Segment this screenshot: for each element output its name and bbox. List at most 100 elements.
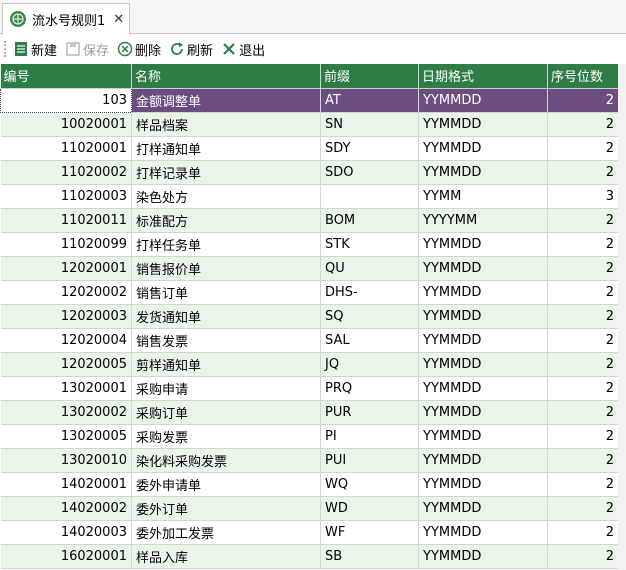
cell-seq-digits[interactable]: 2 [547,208,619,233]
cell-name[interactable]: 样品档案 [131,112,321,137]
cell-name[interactable]: 染化料采购发票 [131,448,321,473]
cell-seq-digits[interactable]: 2 [547,520,619,545]
cell-code[interactable]: 14020003 [0,520,132,545]
cell-name[interactable]: 打样通知单 [131,136,321,161]
table-row[interactable]: 12020003 发货通知单 SQ YYMMDD 2 [0,304,619,329]
cell-date-format[interactable]: YYMMDD [418,352,548,377]
cell-date-format[interactable]: YYMMDD [418,328,548,353]
cell-date-format[interactable]: YYMMDD [418,232,548,257]
cell-date-format[interactable]: YYMMDD [418,400,548,425]
cell-code[interactable]: 11020011 [0,208,132,233]
cell-prefix[interactable]: STK [320,232,419,257]
cell-code[interactable]: 12020004 [0,328,132,353]
cell-code[interactable]: 13020001 [0,376,132,401]
cell-date-format[interactable]: YYMMDD [418,304,548,329]
cell-seq-digits[interactable]: 2 [547,448,619,473]
table-row[interactable]: 14020002 委外订单 WD YYMMDD 2 [0,496,619,521]
cell-prefix[interactable]: SB [320,544,419,569]
cell-code[interactable]: 16020001 [0,544,132,569]
cell-prefix[interactable]: AT [320,88,419,113]
table-row[interactable]: 11020099 打样任务单 STK YYMMDD 2 [0,232,619,257]
cell-code[interactable]: 12020001 [0,256,132,281]
column-header-date-format[interactable]: 日期格式 [418,64,548,89]
cell-code[interactable]: 12020003 [0,304,132,329]
cell-seq-digits[interactable]: 2 [547,280,619,305]
cell-prefix[interactable]: SDY [320,136,419,161]
cell-code[interactable]: 12020002 [0,280,132,305]
cell-prefix[interactable]: PI [320,424,419,449]
cell-name[interactable]: 采购订单 [131,400,321,425]
cell-seq-digits[interactable]: 2 [547,256,619,281]
cell-name[interactable]: 发货通知单 [131,304,321,329]
cell-name[interactable]: 委外申请单 [131,472,321,497]
cell-date-format[interactable]: YYMMDD [418,448,548,473]
delete-button[interactable]: 删除 [117,40,161,59]
table-row[interactable]: 11020011 标准配方 BOM YYYYMM 2 [0,208,619,233]
exit-button[interactable]: 退出 [221,40,265,59]
cell-prefix[interactable]: DHS- [320,280,419,305]
table-row[interactable]: 12020002 销售订单 DHS- YYMMDD 2 [0,280,619,305]
table-row[interactable]: 12020005 剪样通知单 JQ YYMMDD 2 [0,352,619,377]
cell-code[interactable]: 14020001 [0,472,132,497]
cell-seq-digits[interactable]: 2 [547,304,619,329]
cell-prefix[interactable]: WQ [320,472,419,497]
cell-code[interactable]: 13020010 [0,448,132,473]
cell-prefix[interactable]: BOM [320,208,419,233]
table-row[interactable]: 14020003 委外加工发票 WF YYMMDD 2 [0,520,619,545]
cell-date-format[interactable]: YYMMDD [418,256,548,281]
cell-name[interactable]: 采购发票 [131,424,321,449]
cell-seq-digits[interactable]: 2 [547,400,619,425]
cell-seq-digits[interactable]: 2 [547,544,619,569]
cell-date-format[interactable]: YYMM [418,184,548,209]
column-header-prefix[interactable]: 前缀 [320,64,419,89]
column-header-name[interactable]: 名称 [131,64,321,89]
cell-name[interactable]: 打样任务单 [131,232,321,257]
column-header-seq-digits[interactable]: 序号位数 [547,64,619,89]
refresh-button[interactable]: 刷新 [169,40,213,59]
cell-code[interactable]: 11020099 [0,232,132,257]
cell-name[interactable]: 销售发票 [131,328,321,353]
cell-date-format[interactable]: YYMMDD [418,520,548,545]
cell-seq-digits[interactable]: 2 [547,88,619,113]
new-button[interactable]: 新建 [13,40,57,59]
cell-code[interactable]: 103 [0,87,132,113]
cell-code[interactable]: 12020005 [0,352,132,377]
cell-prefix[interactable]: SQ [320,304,419,329]
cell-seq-digits[interactable]: 2 [547,328,619,353]
cell-date-format[interactable]: YYMMDD [418,472,548,497]
cell-code[interactable]: 13020002 [0,400,132,425]
cell-date-format[interactable]: YYYYMM [418,208,548,233]
cell-name[interactable]: 打样记录单 [131,160,321,185]
cell-name[interactable]: 委外订单 [131,496,321,521]
cell-code[interactable]: 10020001 [0,112,132,137]
cell-name[interactable]: 销售订单 [131,280,321,305]
cell-seq-digits[interactable]: 2 [547,352,619,377]
cell-name[interactable]: 金额调整单 [131,88,321,113]
vertical-scrollbar[interactable] [618,64,626,570]
cell-name[interactable]: 销售报价单 [131,256,321,281]
tab-serial-rules[interactable]: 流水号规则1 ✕ [2,3,130,34]
cell-name[interactable]: 剪样通知单 [131,352,321,377]
table-row[interactable]: 12020001 销售报价单 QU YYMMDD 2 [0,256,619,281]
cell-code[interactable]: 14020002 [0,496,132,521]
table-row[interactable]: 13020001 采购申请 PRQ YYMMDD 2 [0,376,619,401]
cell-date-format[interactable]: YYMMDD [418,160,548,185]
cell-prefix[interactable]: WF [320,520,419,545]
cell-prefix[interactable] [320,184,419,209]
cell-seq-digits[interactable]: 3 [547,184,619,209]
close-icon[interactable]: ✕ [113,12,124,27]
save-button[interactable]: 保存 [65,40,109,59]
cell-prefix[interactable]: PUR [320,400,419,425]
cell-date-format[interactable]: YYMMDD [418,88,548,113]
cell-date-format[interactable]: YYMMDD [418,424,548,449]
table-row[interactable]: 10020001 样品档案 SN YYMMDD 2 [0,112,619,137]
table-row[interactable]: 103 金额调整单 AT YYMMDD 2 [0,87,619,113]
cell-date-format[interactable]: YYMMDD [418,136,548,161]
table-row[interactable]: 13020005 采购发票 PI YYMMDD 2 [0,424,619,449]
cell-seq-digits[interactable]: 2 [547,424,619,449]
cell-name[interactable]: 标准配方 [131,208,321,233]
cell-name[interactable]: 采购申请 [131,376,321,401]
cell-name[interactable]: 委外加工发票 [131,520,321,545]
cell-seq-digits[interactable]: 2 [547,376,619,401]
cell-seq-digits[interactable]: 2 [547,160,619,185]
